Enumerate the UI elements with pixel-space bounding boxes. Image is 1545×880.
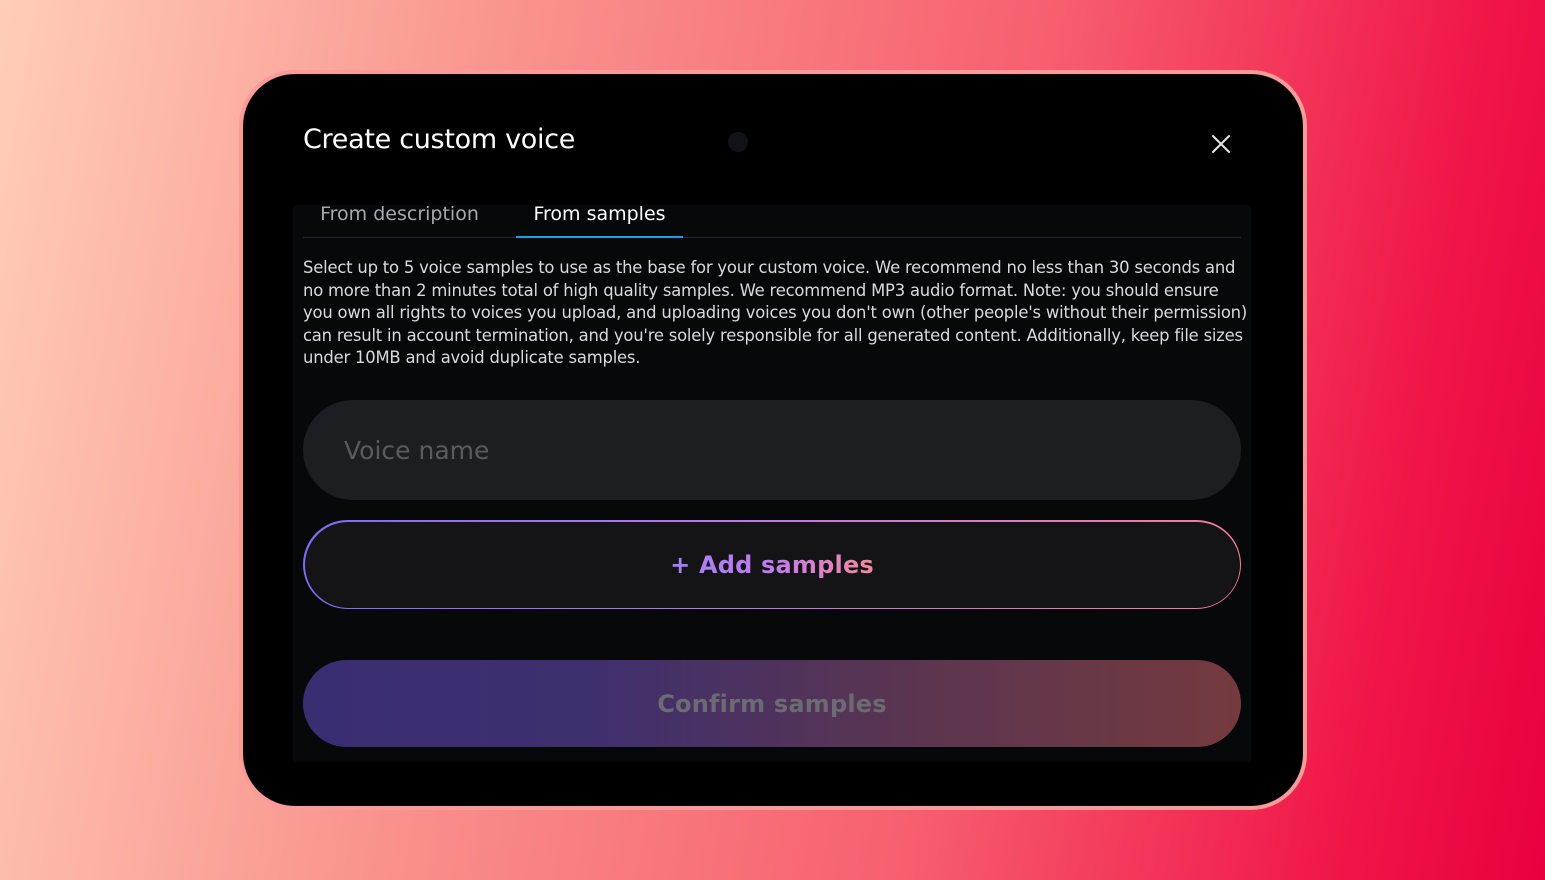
modal-title: Create custom voice — [303, 124, 576, 155]
confirm-samples-button[interactable]: Confirm samples — [303, 660, 1241, 747]
close-button[interactable] — [1203, 126, 1239, 162]
background-logo-icon — [728, 132, 748, 152]
tab-from-description[interactable]: From description — [303, 195, 496, 236]
add-samples-button[interactable]: + Add samples — [303, 520, 1241, 609]
add-samples-label: + Add samples — [670, 550, 874, 579]
tab-bar: From description From samples — [303, 195, 1241, 238]
tab-from-samples[interactable]: From samples — [516, 195, 683, 238]
voice-name-input[interactable] — [303, 400, 1241, 500]
add-samples-button-inner: + Add samples — [304, 521, 1240, 608]
samples-instructions: Select up to 5 voice samples to use as t… — [303, 258, 1248, 367]
close-icon — [1212, 135, 1230, 153]
